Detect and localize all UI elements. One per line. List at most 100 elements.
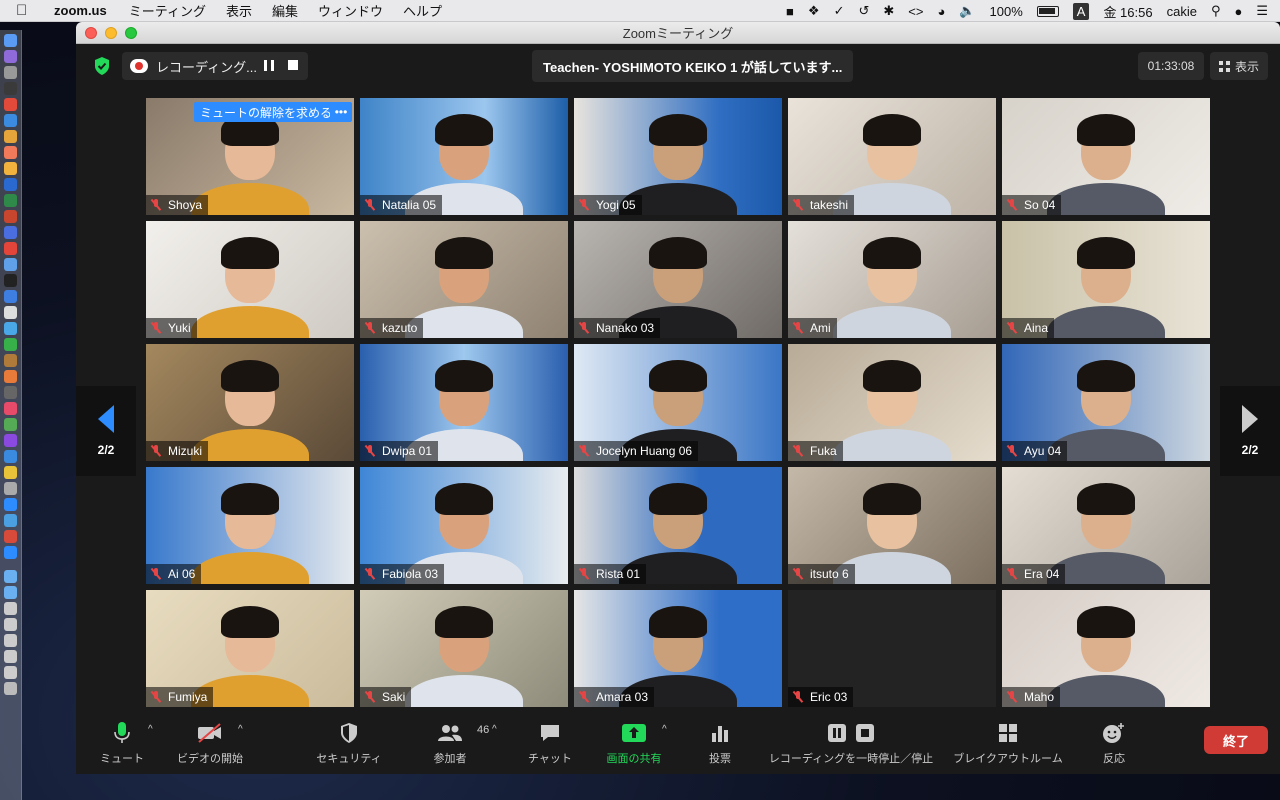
app-icon-l[interactable] — [4, 418, 17, 431]
launchpad-icon[interactable] — [4, 66, 17, 79]
user-name[interactable]: cakie — [1167, 4, 1197, 19]
menu-view[interactable]: 表示 — [226, 1, 252, 20]
teams-icon[interactable] — [4, 226, 17, 239]
participant-tile[interactable]: Nanako 03 — [574, 221, 782, 338]
document-icon-4[interactable] — [4, 650, 17, 663]
participant-tile[interactable]: Ayu 04 — [1002, 344, 1210, 461]
more-options-button[interactable]: ••• — [330, 102, 352, 122]
trash-icon[interactable] — [4, 682, 17, 695]
document-icon-5[interactable] — [4, 666, 17, 679]
participant-tile[interactable]: Eric 03 — [788, 590, 996, 707]
safari-icon[interactable] — [4, 114, 17, 127]
menu-edit[interactable]: 編集 — [272, 1, 298, 20]
participant-tile[interactable]: Fuka — [788, 344, 996, 461]
volume-icon[interactable]: 🔈 — [959, 3, 975, 19]
mute-options-caret[interactable]: ^ — [148, 724, 153, 735]
participant-tile[interactable]: So 04 — [1002, 98, 1210, 215]
window-titlebar[interactable]: Zoomミーティング — [76, 22, 1280, 44]
participant-tile[interactable]: Era 04 — [1002, 467, 1210, 584]
participant-tile[interactable]: Dwipa 01 — [360, 344, 568, 461]
music-icon[interactable] — [4, 146, 17, 159]
search-icon[interactable]: ⚲ — [1211, 3, 1221, 19]
app-icon-k[interactable] — [4, 402, 17, 415]
app-icon-i[interactable] — [4, 370, 17, 383]
security-button[interactable]: セキュリティ — [314, 720, 384, 766]
folder-icon[interactable] — [4, 570, 17, 583]
app-icon-s[interactable] — [4, 546, 17, 559]
battery-icon[interactable] — [1036, 5, 1059, 17]
participant-tile[interactable]: Shoya ミュートの解除を求める ••• — [146, 98, 354, 215]
prev-page-button[interactable]: 2/2 — [76, 386, 136, 476]
participant-tile[interactable]: Fabiola 03 — [360, 467, 568, 584]
breakout-rooms-button[interactable]: ブレイクアウトルーム — [950, 720, 1066, 766]
wifi-icon[interactable]: ◕ — [937, 4, 945, 19]
recording-indicator[interactable]: レコーディング... — [122, 52, 308, 80]
end-meeting-button[interactable]: 終了 — [1204, 726, 1268, 754]
participant-tile[interactable]: Yuki — [146, 221, 354, 338]
participant-tile[interactable]: Ami — [788, 221, 996, 338]
start-video-button[interactable]: ビデオの開始 — [177, 720, 243, 766]
powerpoint-icon[interactable] — [4, 210, 17, 223]
pause-recording-icon[interactable] — [264, 60, 274, 71]
participant-tile[interactable]: Ai 06 — [146, 467, 354, 584]
menu-meeting[interactable]: ミーティング — [129, 1, 206, 20]
app-icon-n[interactable] — [4, 450, 17, 463]
app-icon-r[interactable] — [4, 530, 17, 543]
app-icon-e[interactable] — [4, 306, 17, 319]
participant-tile[interactable]: Amara 03 — [574, 590, 782, 707]
ask-to-unmute-button[interactable]: ミュートの解除を求める — [194, 102, 339, 122]
polling-button[interactable]: 投票 — [696, 720, 744, 766]
participant-tile[interactable]: Natalia 05 — [360, 98, 568, 215]
camera-icon[interactable]: ■ — [786, 4, 794, 19]
participants-button[interactable]: 46 参加者 — [426, 720, 490, 766]
excel-icon[interactable] — [4, 194, 17, 207]
app-icon-a[interactable] — [4, 242, 17, 255]
terminal-icon[interactable] — [4, 82, 17, 95]
app-icon-o[interactable] — [4, 466, 17, 479]
photos-icon[interactable] — [4, 130, 17, 143]
check-icon[interactable]: ✓ — [834, 3, 845, 19]
siri-icon[interactable]: ● — [1234, 4, 1242, 19]
participant-tile[interactable]: Fumiya — [146, 590, 354, 707]
app-icon-d[interactable] — [4, 290, 17, 303]
participant-tile[interactable]: takeshi — [788, 98, 996, 215]
document-icon-2[interactable] — [4, 618, 17, 631]
participant-tile[interactable]: Saki — [360, 590, 568, 707]
share-options-caret[interactable]: ^ — [662, 724, 667, 735]
chat-button[interactable]: チャット — [526, 720, 574, 766]
participant-tile[interactable]: Mizuki — [146, 344, 354, 461]
participant-tile[interactable]: kazuto — [360, 221, 568, 338]
app-icon-m[interactable] — [4, 434, 17, 447]
document-icon[interactable] — [4, 602, 17, 615]
app-icon-c[interactable] — [4, 274, 17, 287]
recording-controls-button[interactable]: レコーディングを一時停止／停止 — [766, 720, 936, 766]
next-page-button[interactable]: 2/2 — [1220, 386, 1280, 476]
app-icon-p[interactable] — [4, 482, 17, 495]
clock[interactable]: 金 16:56 — [1103, 2, 1152, 21]
menu-help[interactable]: ヘルプ — [403, 1, 442, 20]
bluetooth-icon[interactable]: ✱ — [883, 3, 894, 19]
participant-tile[interactable]: Maho — [1002, 590, 1210, 707]
participants-options-caret[interactable]: ^ — [492, 724, 497, 735]
chrome-icon[interactable] — [4, 98, 17, 111]
time-machine-icon[interactable]: ↺ — [858, 3, 869, 19]
pause-icon[interactable] — [827, 723, 847, 743]
participant-tile[interactable]: itsuto 6 — [788, 467, 996, 584]
menu-window[interactable]: ウィンドウ — [318, 1, 383, 20]
apple-icon[interactable]:  — [16, 2, 38, 19]
mute-button[interactable]: ミュート — [98, 720, 146, 766]
reactions-button[interactable]: 反応 — [1090, 720, 1138, 766]
document-icon-3[interactable] — [4, 634, 17, 647]
siri-dock-icon[interactable] — [4, 50, 17, 63]
stop-recording-icon[interactable] — [288, 60, 298, 70]
dropbox-icon[interactable]: ❖ — [808, 3, 820, 19]
app-icon-f[interactable] — [4, 322, 17, 335]
app-icon-b[interactable] — [4, 258, 17, 271]
word-icon[interactable] — [4, 178, 17, 191]
participant-tile[interactable]: Jocelyn Huang 06 — [574, 344, 782, 461]
menu-app-name[interactable]: zoom.us — [54, 3, 107, 18]
app-icon-j[interactable] — [4, 386, 17, 399]
menu-list-icon[interactable]: ☰ — [1256, 3, 1268, 19]
finder-icon[interactable] — [4, 34, 17, 47]
app-icon-q[interactable] — [4, 514, 17, 527]
